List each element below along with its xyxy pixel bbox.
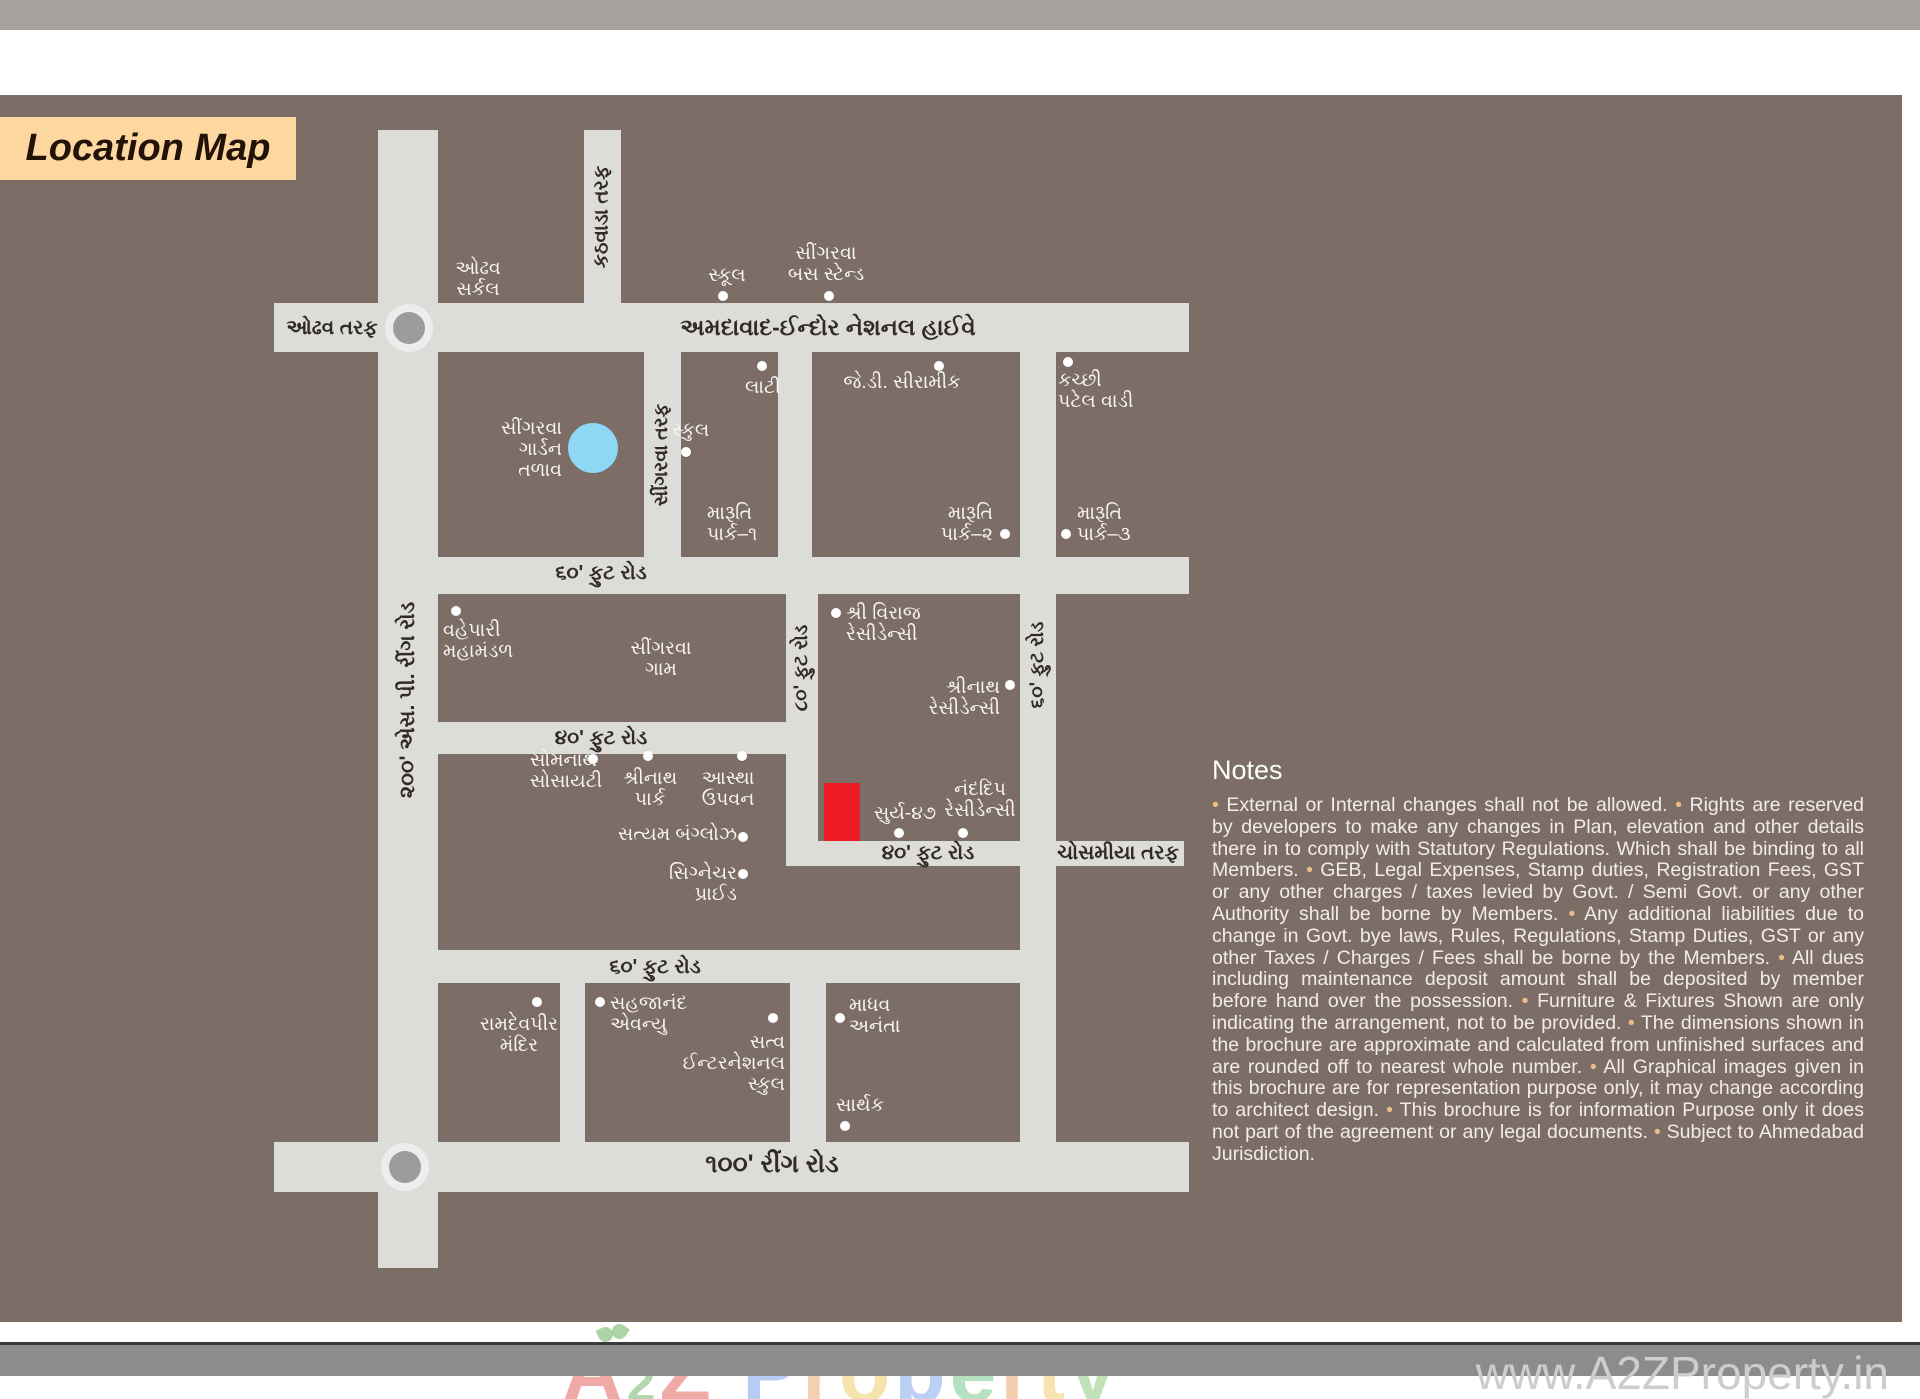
signature-pride: સિગ્નેચરપ્રાઈડ [669, 863, 737, 905]
satva-intl-school-dot [768, 1013, 778, 1023]
satyam-bungalows-dot [738, 832, 748, 842]
jd-ceramic: જે.ડી. સીરામીક [843, 372, 960, 393]
shrinath-residency-dot [1005, 680, 1015, 690]
lati-dot [757, 361, 767, 371]
label-40ft-east: ૪૦' ફુટ રોડ [882, 842, 975, 865]
label-singarva-taraf: સીંગરવા તરફ [651, 404, 673, 506]
brochure-page: Location Map Notes • External or Interna… [0, 0, 1920, 1399]
signature-pride-dot [738, 869, 748, 879]
singarva-garden-lake-circle [568, 423, 618, 473]
odhav-roundabout [393, 312, 425, 344]
notes-bullet-icon: • [1568, 903, 1584, 925]
sixty-feet-road-lower [438, 950, 1055, 983]
nanddip-residency: નંદદિપરેસીડેન્સી [944, 779, 1015, 821]
notes-bullet-icon: • [1778, 947, 1792, 969]
notes-body: • External or Internal changes shall not… [1212, 795, 1864, 1166]
maruti-park-3-dot [1061, 529, 1071, 539]
sahajanand-avenue: સહજાનંદએવન્યુ [610, 993, 687, 1035]
notes-bullet-icon: • [1522, 990, 1537, 1012]
label-200ft-sp-ring: ૨૦૦' એસ. પી. રીંગ રોડ [396, 602, 420, 798]
shrinath-park-dot [643, 751, 653, 761]
shrinath-residency: શ્રીનાથરેસીડેન્સી [929, 677, 1000, 719]
maruti-park-1: મારૂતિપાર્ક–૧ [707, 503, 757, 545]
notes-bullet-icon: • [1675, 794, 1689, 816]
vahepari-mahamandal: વહેપારીમહામંડળ [443, 620, 513, 662]
kachchhi-patel-vadi-dot [1063, 357, 1073, 367]
label-60ft-upper: ૬૦' ફુટ રોડ [555, 562, 646, 585]
madhav-ananta-dot [835, 1013, 845, 1023]
footer-website-url: www.A2ZProperty.in [1395, 1346, 1889, 1399]
school-highway: સ્કૂલ [708, 265, 745, 286]
notes-bullet-icon: • [1628, 1012, 1641, 1034]
jd-ceramic-dot [934, 361, 944, 371]
label-40ft-west: ૪૦' ફુટ રોડ [555, 727, 648, 750]
vahepari-mahamandal-dot [451, 606, 461, 616]
school-highway-dot [718, 291, 728, 301]
madhav-ananta: માધવઅનંતા [849, 995, 900, 1037]
notes-text: External or Internal changes shall not b… [1226, 794, 1675, 816]
lane-row4-a [560, 983, 585, 1142]
singarva-bus-stand: સીંગરવાબસ સ્ટેન્ડ [788, 243, 864, 285]
surya-47: સુર્ય-૪૭ [874, 803, 936, 824]
notes-bullet-icon: • [1212, 794, 1226, 816]
singarva-bus-stand-dot [824, 291, 834, 301]
notes-bullet-icon: • [1654, 1121, 1667, 1143]
sarthak: સાર્થક [836, 1095, 884, 1116]
map-canvas: Location Map Notes • External or Interna… [0, 95, 1902, 1322]
somnath-society-dot [588, 754, 598, 764]
label-national-highway: અમદાવાદ-ઈન્દોર નેશનલ હાઈવે [680, 314, 976, 341]
maruti-park-2-dot [1000, 529, 1010, 539]
shrinath-park: શ્રીનાથપાર્ક [623, 768, 677, 810]
notes-bullet-icon: • [1386, 1099, 1400, 1121]
lati: લાટી [745, 377, 781, 398]
ring-road-roundabout [389, 1151, 421, 1183]
sixty-feet-road-upper [438, 557, 1189, 594]
maruti-park-2: મારૂતિપાર્ક–૨ [941, 503, 993, 545]
maruti-park-3: મારૂતિપાર્ક–૩ [1077, 503, 1131, 545]
sahajanand-avenue-dot [595, 997, 605, 1007]
satva-intl-school: સત્વઈન્ટરનેશનલસ્કુલ [683, 1032, 785, 1095]
school-row1: સ્કુલ [672, 420, 709, 441]
school-row1-dot [681, 447, 691, 457]
ramdevpir-mandir: રામદેવપીરમંદિર [480, 1014, 558, 1056]
label-60ft-vertical: ૬૦' ફુટ રોડ [1027, 622, 1049, 709]
singarva-gam: સીંગરવાગામ [630, 638, 691, 680]
lane-row4-b [790, 983, 826, 1142]
label-100ft-ring-road: ૧૦૦' રીંગ રોડ [705, 1150, 838, 1179]
label-80ft-road: ૮૦' ફુટ રોડ [791, 625, 813, 712]
satyam-bungalows: સત્યમ બંગ્લોઝ [618, 824, 737, 845]
kachchhi-patel-vadi: કચ્છીપટેલ વાડી [1058, 370, 1133, 412]
top-band [0, 0, 1920, 30]
label-kathwada-taraf: કઠવાડા તરફ [591, 166, 614, 268]
singarva-garden-lake: સીંગરવાગાર્ડનતળાવ [501, 418, 562, 481]
label-chosmiya-taraf: ચોસમીયા તરફ [1057, 842, 1179, 865]
nanddip-residency-dot [958, 828, 968, 838]
sixty-feet-road-vertical [1020, 352, 1056, 1143]
ramdevpir-mandir-dot [532, 997, 542, 1007]
notes-heading: Notes [1212, 755, 1864, 786]
shri-viraj-residency: શ્રી વિરાજરેસીડેન્સી [846, 603, 921, 645]
label-odhav-taraf: ઓઢવ તરફ [286, 317, 377, 340]
lane-between-lati-jd [778, 352, 812, 560]
page-title-text: Location Map [26, 127, 271, 170]
shri-viraj-residency-dot [831, 608, 841, 618]
page-title: Location Map [0, 117, 296, 180]
astha-upvan-dot [737, 751, 747, 761]
notes-section: Notes • External or Internal changes sha… [1212, 755, 1864, 1166]
surya-47-dot [894, 828, 904, 838]
notes-bullet-icon: • [1306, 859, 1320, 881]
odhav-circle: ઓઢવસર્કલ [455, 258, 500, 300]
label-60ft-lower: ૬૦' ફુટ રોડ [609, 956, 700, 979]
notes-bullet-icon: • [1590, 1056, 1603, 1078]
astha-upvan: આસ્થાઉપવન [702, 768, 755, 810]
surya-47-plot [824, 783, 860, 841]
sarthak-dot [840, 1121, 850, 1131]
